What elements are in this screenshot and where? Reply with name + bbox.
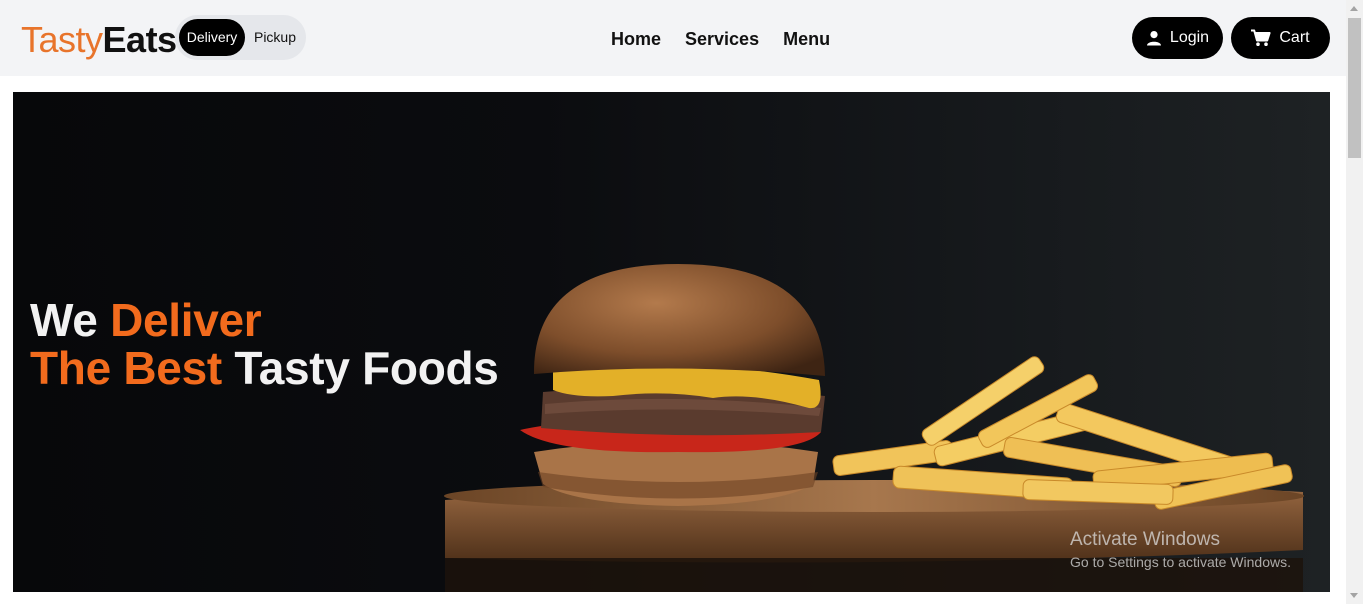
scrollbar-thumb[interactable] [1348,18,1361,158]
hero-headline: We Deliver The Best Tasty Foods [30,296,499,392]
delivery-option[interactable]: Delivery [179,19,245,56]
logo[interactable]: TastyEats [21,18,177,62]
headline-tasty-foods: Tasty Foods [234,342,499,394]
main-nav: Home Services Menu [611,26,830,52]
activate-windows-watermark: Activate Windows Go to Settings to activ… [1070,528,1291,572]
headline-we: We [30,294,98,346]
cart-button[interactable]: Cart [1231,17,1330,59]
nav-home-link[interactable]: Home [611,26,661,52]
cart-label: Cart [1279,29,1310,46]
scroll-up-arrow-icon[interactable] [1350,6,1358,11]
watermark-subtitle: Go to Settings to activate Windows. [1070,554,1291,570]
cart-icon [1251,29,1271,47]
delivery-pickup-toggle: Delivery Pickup [175,15,306,60]
nav-services-link[interactable]: Services [685,26,759,52]
headline-deliver: Deliver [110,294,262,346]
nav-menu-link[interactable]: Menu [783,26,830,52]
user-icon [1146,30,1162,46]
page-scrollbar[interactable] [1346,0,1363,604]
pickup-option[interactable]: Pickup [247,19,303,56]
hero-banner: We Deliver The Best Tasty Foods [13,92,1330,592]
headline-the-best: The Best [30,342,222,394]
watermark-title: Activate Windows [1070,529,1220,550]
navbar: TastyEats Delivery Pickup Home Services … [0,0,1346,76]
logo-part-tasty: Tasty [21,19,103,60]
login-button[interactable]: Login [1132,17,1223,59]
login-label: Login [1169,29,1210,46]
scroll-down-arrow-icon[interactable] [1350,593,1358,598]
logo-part-eats: Eats [102,19,178,60]
